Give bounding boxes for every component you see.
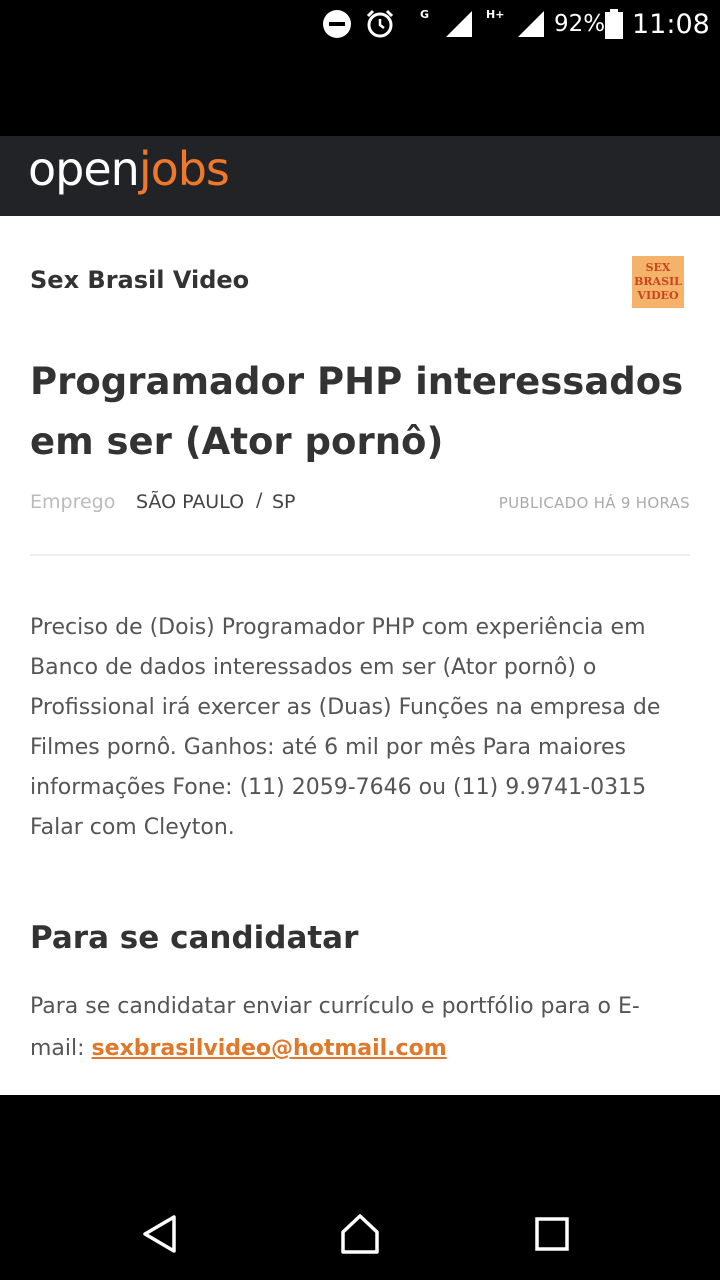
job-meta: Emprego SÃO PAULO / SP PUBLICADO HÁ 9 HO… xyxy=(30,489,690,519)
divider xyxy=(30,554,690,556)
network-type-g: G xyxy=(420,8,430,21)
network-type-hplus: H+ xyxy=(486,8,505,21)
battery-icon xyxy=(604,0,624,48)
home-icon[interactable] xyxy=(336,1210,384,1258)
job-city: SÃO PAULO xyxy=(136,491,245,513)
openjobs-logo[interactable]: open jobs xyxy=(28,136,230,202)
signal-icon xyxy=(516,0,546,48)
company-name[interactable]: Sex Brasil Video xyxy=(30,266,249,294)
company-logo-line: BRASIL xyxy=(634,275,682,288)
apply-instructions: Para se candidatar enviar currículo e po… xyxy=(30,986,690,1070)
navigation-bar xyxy=(0,1180,720,1280)
do-not-disturb-icon xyxy=(322,0,352,48)
battery-percent: 92% xyxy=(554,11,606,37)
apply-heading: Para se candidatar xyxy=(30,920,359,956)
back-icon[interactable] xyxy=(136,1210,184,1258)
company-logo-line: SEX xyxy=(645,261,671,274)
job-title: Programador PHP interessados em ser (Ato… xyxy=(30,360,684,463)
job-description: Preciso de (Dois) Programador PHP com ex… xyxy=(30,615,661,840)
company-logo[interactable]: SEX BRASIL VIDEO xyxy=(632,256,684,308)
job-type: Emprego xyxy=(30,491,116,513)
status-bar: G H+ 92% 11:08 xyxy=(0,0,720,48)
clock: 11:08 xyxy=(632,8,710,40)
location-separator: / xyxy=(256,489,263,511)
apply-email-link[interactable]: sexbrasilvideo@hotmail.com xyxy=(92,1036,447,1061)
job-state: SP xyxy=(272,491,296,513)
recents-icon[interactable] xyxy=(528,1210,576,1258)
published-date: PUBLICADO HÁ 9 HORAS xyxy=(498,494,690,512)
alarm-icon xyxy=(364,0,396,48)
job-card: Sex Brasil Video SEX BRASIL VIDEO Progra… xyxy=(0,216,720,1095)
logo-open: open xyxy=(28,142,140,196)
signal-icon xyxy=(444,0,474,48)
logo-jobs: jobs xyxy=(138,142,230,196)
company-logo-line: VIDEO xyxy=(637,289,679,302)
